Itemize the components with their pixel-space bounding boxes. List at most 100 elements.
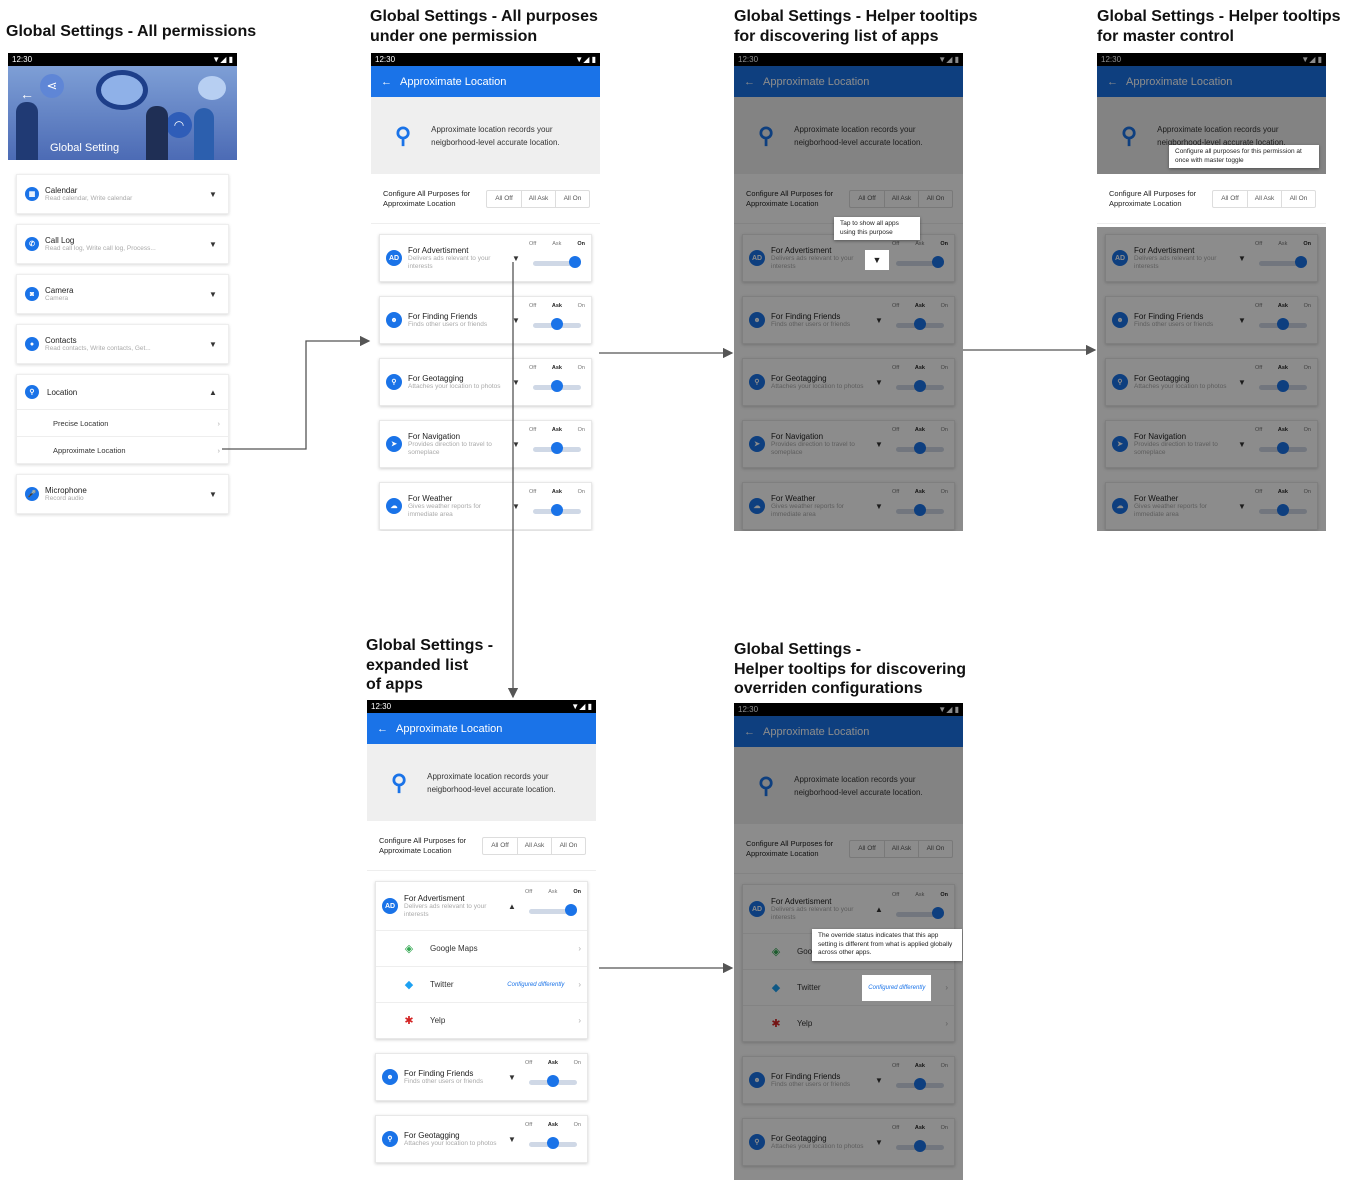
location-pin-icon: ⚲ [25, 385, 39, 399]
permission-desc: Read call log, Write call log, Process..… [45, 244, 156, 252]
purpose-name: For Geotagging [408, 373, 464, 383]
tri-state-toggle[interactable]: Off Ask On [529, 303, 585, 337]
chevron-down-icon[interactable]: ▼ [509, 502, 523, 511]
master-option-all-on[interactable]: All On [551, 837, 585, 854]
chevron-down-icon[interactable]: ▼ [206, 490, 220, 499]
navigation-icon: ➤ [386, 436, 402, 452]
chevron-down-icon[interactable]: ▼ [206, 240, 220, 249]
hero-label: Global Setting [50, 142, 120, 154]
app-row-twitter[interactable]: ◆ Twitter Configured differently › [376, 966, 587, 1002]
toggle-knob[interactable] [547, 1075, 559, 1087]
title-tooltips-master: Global Settings - Helper tooltips for mas… [1097, 7, 1341, 46]
permission-name: Calendar [45, 185, 78, 195]
tri-state-toggle[interactable]: Off Ask On [525, 1122, 581, 1156]
location-pin-icon: ⚲ [391, 769, 408, 795]
master-option-all-ask[interactable]: All Ask [1247, 190, 1281, 207]
sub-item-precise-location[interactable]: Precise Location › [17, 409, 228, 436]
toggle-label-off: Off [529, 303, 537, 309]
chevron-down-icon[interactable]: ▼ [505, 1073, 519, 1082]
app-row-google-maps[interactable]: ◈ Google Maps › [376, 930, 587, 966]
purpose-desc: Delivers ads relevant to your interests [408, 254, 491, 270]
tri-state-toggle[interactable]: Off Ask On [529, 241, 585, 275]
toggle-knob[interactable] [551, 380, 563, 392]
chevron-down-icon[interactable]: ▼ [206, 190, 220, 199]
chevron-down-icon[interactable]: ▼ [509, 378, 523, 387]
master-option-all-on[interactable]: All On [1281, 190, 1315, 207]
master-toggle[interactable]: All Off All Ask All On [486, 189, 590, 208]
master-toggle[interactable]: All Off All Ask All On [482, 836, 586, 855]
app-row-yelp[interactable]: ✱ Yelp › [376, 1002, 587, 1038]
toggle-labels: Off Ask On [525, 1060, 581, 1066]
configure-all-row: Configure All Purposes for Approximate L… [1097, 174, 1326, 224]
back-arrow-icon[interactable]: ← [381, 76, 392, 88]
purpose-card[interactable]: ☁ For Weather Gives weather reports for im… [379, 482, 592, 530]
chevron-down-icon[interactable]: ▼ [509, 316, 523, 325]
sub-item-approximate-location[interactable]: Approximate Location › [17, 436, 228, 463]
master-toggle[interactable]: All Off All Ask All On [1212, 189, 1316, 208]
purpose-card[interactable]: AD For Advertisment Delivers ads relevant … [376, 882, 587, 930]
master-option-all-ask[interactable]: All Ask [521, 190, 555, 207]
sub-item-label: Approximate Location [53, 445, 126, 455]
app-bar-title: Approximate Location [396, 722, 503, 735]
purpose-card[interactable]: ☻ For Finding Friends Finds other users or… [375, 1053, 588, 1101]
chevron-down-icon[interactable]: ▼ [505, 1135, 519, 1144]
purpose-card[interactable]: ➤ For Navigation Provides direction to tra… [379, 420, 592, 468]
permission-item-camera[interactable]: ◙ Camera Camera ▼ [16, 274, 229, 314]
toggle-knob[interactable] [569, 256, 581, 268]
info-text: Approximate location records your neigbo… [431, 124, 560, 147]
toggle-label-off: Off [525, 1122, 533, 1128]
toggle-knob[interactable] [551, 442, 563, 454]
tri-state-toggle[interactable]: Off Ask On [525, 889, 581, 923]
dim-overlay [734, 53, 963, 531]
purpose-card[interactable]: AD For Advertisment Delivers ads relevant … [379, 234, 592, 282]
chevron-down-icon[interactable]: ▼ [509, 440, 523, 449]
master-option-all-ask[interactable]: All Ask [517, 837, 551, 854]
purpose-name: For Geotagging [404, 1130, 460, 1140]
toggle-knob[interactable] [565, 904, 577, 916]
google-maps-icon: ◈ [404, 943, 414, 955]
permission-item-location[interactable]: ⚲ Location ▲ [17, 375, 228, 409]
purpose-card[interactable]: ⚲ For Geotagging Attaches your location to… [375, 1115, 588, 1163]
chevron-down-icon[interactable]: ▼ [865, 250, 889, 270]
configure-all-row: Configure All Purposes for Approximate L… [371, 174, 600, 224]
purpose-text: For Advertisment Delivers ads relevant to… [404, 894, 505, 919]
permission-item-call-log[interactable]: ✆ Call Log Read call log, Write call log, … [16, 224, 229, 264]
permission-item-microphone[interactable]: 🎤 Microphone Record audio ▼ [16, 474, 229, 514]
chevron-up-icon[interactable]: ▲ [505, 902, 519, 911]
master-option-all-off[interactable]: All Off [487, 191, 521, 207]
configure-all-label: Configure All Purposes for Approximate L… [379, 835, 467, 855]
tri-state-toggle[interactable]: Off Ask On [529, 365, 585, 399]
back-arrow-icon[interactable]: ← [20, 86, 34, 102]
master-option-all-off[interactable]: All Off [483, 838, 517, 854]
toggle-knob[interactable] [547, 1137, 559, 1149]
permission-item-contacts[interactable]: ● Contacts Read contacts, Write contacts, … [16, 324, 229, 364]
purpose-card[interactable]: ⚲ For Geotagging Attaches your location to… [379, 358, 592, 406]
purpose-text: For Geotagging Attaches your location to … [408, 374, 509, 391]
sub-item-label: Precise Location [53, 418, 109, 428]
chevron-up-icon[interactable]: ▲ [206, 388, 220, 397]
toggle-label-ask: Ask [547, 1122, 558, 1128]
screen-all-purposes: 12:30 ▼◢ ▮ ← Approximate Location ⚲ Approxima… [371, 53, 600, 531]
toggle-knob[interactable] [551, 318, 563, 330]
permission-desc: Read calendar, Write calendar [45, 194, 133, 202]
chevron-down-icon[interactable]: ▼ [206, 290, 220, 299]
purpose-card[interactable]: ☻ For Finding Friends Finds other users or… [379, 296, 592, 344]
people-illustration [146, 106, 168, 160]
master-option-all-off[interactable]: All Off [1213, 191, 1247, 207]
phone-icon: ✆ [25, 237, 39, 251]
permission-item-calendar[interactable]: ▦ Calendar Read calendar, Write calendar ▼ [16, 174, 229, 214]
back-arrow-icon[interactable]: ← [377, 723, 388, 735]
ad-icon: AD [382, 898, 398, 914]
chevron-down-icon[interactable]: ▼ [206, 340, 220, 349]
tri-state-toggle[interactable]: Off Ask On [529, 427, 585, 461]
toggle-knob[interactable] [551, 504, 563, 516]
chevron-down-icon[interactable]: ▼ [509, 254, 523, 263]
app-name: Google Maps [430, 944, 478, 953]
permission-list: ▦ Calendar Read calendar, Write calendar ▼ ✆… [8, 174, 237, 514]
location-pin-icon: ⚲ [395, 122, 412, 148]
tri-state-toggle[interactable]: Off Ask On [525, 1060, 581, 1094]
toggle-label-ask: Ask [551, 303, 562, 309]
master-option-all-on[interactable]: All On [555, 190, 589, 207]
toggle-label-on: On [577, 427, 585, 433]
tri-state-toggle[interactable]: Off Ask On [529, 489, 585, 523]
